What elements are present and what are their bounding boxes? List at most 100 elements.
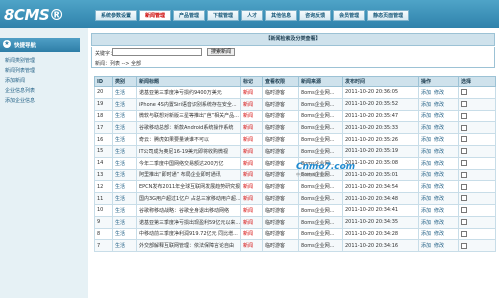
row-checkbox[interactable] [461, 159, 467, 166]
edit-link[interactable]: 修改 [434, 90, 444, 96]
nav-item-members[interactable]: 会员管理 [333, 10, 366, 21]
row-checkbox[interactable] [461, 195, 467, 202]
add-link[interactable]: 添加 [421, 113, 431, 119]
cell-category[interactable]: 生活 [112, 156, 137, 170]
row-checkbox[interactable] [461, 242, 467, 249]
add-link[interactable]: 添加 [421, 149, 431, 155]
nav-item-products[interactable]: 产品管理 [173, 10, 206, 21]
row-checkbox[interactable] [461, 230, 467, 237]
edit-link[interactable]: 修改 [434, 220, 444, 226]
cell-title[interactable]: 今年二季度中国网络交易额达200万亿 [136, 156, 241, 170]
cell-title[interactable]: 微软与联想对新版三星等推出“芭”相关产品... [136, 109, 241, 123]
sidebar-item-company-info-list[interactable]: 企业信息列表 [3, 86, 77, 96]
edit-link[interactable]: 修改 [434, 184, 444, 190]
cell-permission: 临时游客 [262, 144, 299, 158]
cell-title[interactable]: IT公司成为奥尼16-19美元即将收购微视 [136, 144, 241, 158]
add-link[interactable]: 添加 [421, 208, 431, 214]
cell-category[interactable]: 生活 [112, 215, 137, 229]
search-input[interactable] [112, 48, 202, 56]
nav-item-news[interactable]: 新闻管理 [139, 10, 172, 21]
sidebar-item-news-list[interactable]: 新闻列表管理 [3, 66, 77, 76]
cell-title[interactable]: 阿里推出“即时通” 布局企业即时通讯 [136, 168, 241, 182]
cell-category[interactable]: 生活 [112, 109, 137, 123]
cell-id: 14 [94, 156, 113, 170]
cell-category[interactable]: 生活 [112, 239, 137, 253]
cell-title[interactable]: EPCN发布2011年全球互联网发展趋势研究报告 [136, 180, 241, 194]
row-checkbox[interactable] [461, 218, 467, 225]
edit-link[interactable]: 修改 [434, 231, 444, 237]
cell-title[interactable]: 奇云：腾虎如果要量读谁不可以 [136, 133, 241, 146]
edit-link[interactable]: 修改 [434, 102, 444, 108]
cell-source: 8oms企业网... [298, 121, 343, 135]
row-checkbox[interactable] [461, 136, 467, 143]
edit-link[interactable]: 修改 [434, 172, 444, 178]
add-link[interactable]: 添加 [421, 102, 431, 108]
col-header-title[interactable]: 新闻标题 [136, 76, 241, 87]
edit-link[interactable]: 修改 [434, 196, 444, 202]
add-link[interactable]: 添加 [421, 172, 431, 178]
cell-source: 8oms企业网... [298, 180, 343, 194]
nav-item-system[interactable]: 系统参数设置 [95, 10, 138, 21]
add-link[interactable]: 添加 [421, 220, 431, 226]
add-link[interactable]: 添加 [421, 243, 431, 249]
cell-category[interactable]: 生活 [112, 97, 137, 111]
add-link[interactable]: 添加 [421, 125, 431, 131]
row-checkbox[interactable] [461, 183, 467, 190]
nav-item-downloads[interactable]: 下载管理 [207, 10, 240, 21]
add-link[interactable]: 添加 [421, 90, 431, 96]
edit-link[interactable]: 修改 [434, 161, 444, 167]
cell-title[interactable]: 国内3G用户超过1亿户 占总三家移动用户超... [136, 192, 241, 205]
nav-item-talent[interactable]: 人才 [241, 10, 264, 21]
add-link[interactable]: 添加 [421, 137, 431, 143]
cell-category[interactable]: 生活 [112, 203, 137, 217]
nav-item-feedback[interactable]: 咨询反馈 [299, 10, 332, 21]
sidebar-item-add-news[interactable]: 添加新闻 [3, 76, 77, 86]
col-header-category[interactable]: 类别 [112, 76, 137, 87]
search-news-button[interactable]: 搜索新闻 [207, 48, 236, 56]
cell-category[interactable]: 生活 [112, 168, 137, 182]
col-header-tag[interactable]: 标记 [240, 76, 263, 87]
cell-title[interactable]: 外交部解释互联网管理：依法保障言论自由 [136, 239, 241, 253]
cell-title[interactable]: 谷歌移动总部：新款Android系统操作系统 [136, 121, 241, 135]
edit-link[interactable]: 修改 [434, 243, 444, 249]
edit-link[interactable]: 修改 [434, 149, 444, 155]
nav-item-other[interactable]: 其他信息 [265, 10, 298, 21]
cell-title[interactable]: 中移动前三季度净利润919.72亿元 同比增... [136, 227, 241, 241]
col-header-time[interactable]: 发布时间 [342, 76, 419, 87]
cell-id: 15 [94, 144, 113, 158]
row-checkbox[interactable] [461, 171, 467, 178]
add-link[interactable]: 添加 [421, 196, 431, 202]
cell-category[interactable]: 生活 [112, 133, 137, 146]
edit-link[interactable]: 修改 [434, 137, 444, 143]
edit-link[interactable]: 修改 [434, 125, 444, 131]
cell-category[interactable]: 生活 [112, 144, 137, 158]
row-checkbox[interactable] [461, 89, 467, 96]
cell-title[interactable]: 谷歌称移动战略：谷歌全身退出移动网络 [136, 203, 241, 217]
add-link[interactable]: 添加 [421, 184, 431, 190]
nav-item-static-pages[interactable]: 静态页面管理 [367, 10, 410, 21]
cell-category[interactable]: 生活 [112, 227, 137, 241]
cell-title[interactable]: 诺基亚第三季度净亏损约9400万美元 [136, 86, 241, 99]
col-header-source[interactable]: 新闻来源 [298, 76, 343, 87]
sidebar-item-news-categories[interactable]: 新闻类别管理 [3, 56, 77, 66]
row-checkbox[interactable] [461, 207, 467, 214]
add-link[interactable]: 添加 [421, 161, 431, 167]
edit-link[interactable]: 修改 [434, 208, 444, 214]
app-logo: 8CMS® [4, 6, 64, 24]
row-checkbox[interactable] [461, 100, 467, 107]
edit-link[interactable]: 修改 [434, 113, 444, 119]
cell-category[interactable]: 生活 [112, 192, 137, 205]
cell-category[interactable]: 生活 [112, 180, 137, 194]
cell-category[interactable]: 生活 [112, 86, 137, 99]
row-checkbox[interactable] [461, 124, 467, 131]
add-link[interactable]: 添加 [421, 231, 431, 237]
cell-title[interactable]: iPhone 4S内置Siri语音识别系统存在安全... [136, 97, 241, 111]
cell-title[interactable]: 诺基亚第三季度净亏损出现盈利59亿元以来... [136, 215, 241, 229]
col-header-permission[interactable]: 查看权限 [262, 76, 299, 87]
row-checkbox[interactable] [461, 112, 467, 119]
cell-permission: 临时游客 [262, 121, 299, 135]
row-checkbox[interactable] [461, 148, 467, 155]
sidebar-item-add-company-info[interactable]: 添加企业信息 [3, 96, 77, 106]
col-header-id[interactable]: ID [94, 76, 113, 87]
cell-category[interactable]: 生活 [112, 121, 137, 135]
